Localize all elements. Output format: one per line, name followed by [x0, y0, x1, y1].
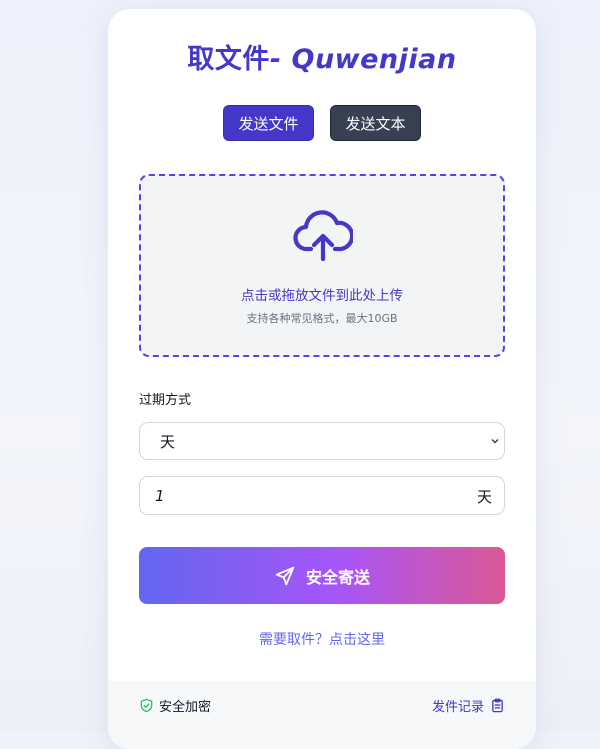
- shield-check-icon: [140, 698, 153, 713]
- title-latin: - Quwenjian: [269, 44, 457, 75]
- send-file-button[interactable]: 发送文件: [223, 105, 314, 141]
- expiry-type-select[interactable]: 天: [139, 422, 505, 460]
- title-chinese: 取文件: [187, 44, 270, 75]
- expiry-value: 1: [155, 486, 165, 505]
- page-title: 取文件- Quwenjian: [108, 37, 536, 76]
- expiry-unit: 天: [476, 488, 492, 506]
- send-history-link[interactable]: 发件记录: [432, 696, 505, 715]
- clipboard-icon: [492, 698, 503, 713]
- dropzone-hint: 支持各种常见格式，最大10GB: [246, 312, 398, 325]
- secure-badge: 安全加密: [139, 696, 211, 715]
- card-footer: 安全加密 发件记录: [108, 681, 536, 749]
- secure-label: 安全加密: [159, 700, 212, 715]
- dropzone-instruction: 点击或拖放文件到此处上传: [241, 288, 403, 304]
- secure-send-label: 安全寄送: [305, 567, 370, 587]
- expiry-value-input[interactable]: 1 天: [139, 476, 505, 515]
- cloud-upload-icon: [293, 210, 353, 262]
- expiry-type-value: 天: [160, 432, 176, 451]
- upload-dropzone[interactable]: 点击或拖放文件到此处上传 支持各种常见格式，最大10GB: [139, 174, 505, 357]
- history-label: 发件记录: [431, 700, 484, 715]
- main-card: 取文件- Quwenjian 发送文件 发送文本 点击或拖放文件到此处上传 支持…: [108, 9, 536, 749]
- chevron-down-icon: [491, 438, 499, 444]
- send-text-button[interactable]: 发送文本: [330, 105, 421, 141]
- secure-send-button[interactable]: 安全寄送: [139, 547, 505, 604]
- retrieve-link[interactable]: 需要取件？点击这里: [108, 629, 536, 649]
- paper-plane-icon: [275, 566, 295, 585]
- expiry-label: 过期方式: [139, 393, 192, 408]
